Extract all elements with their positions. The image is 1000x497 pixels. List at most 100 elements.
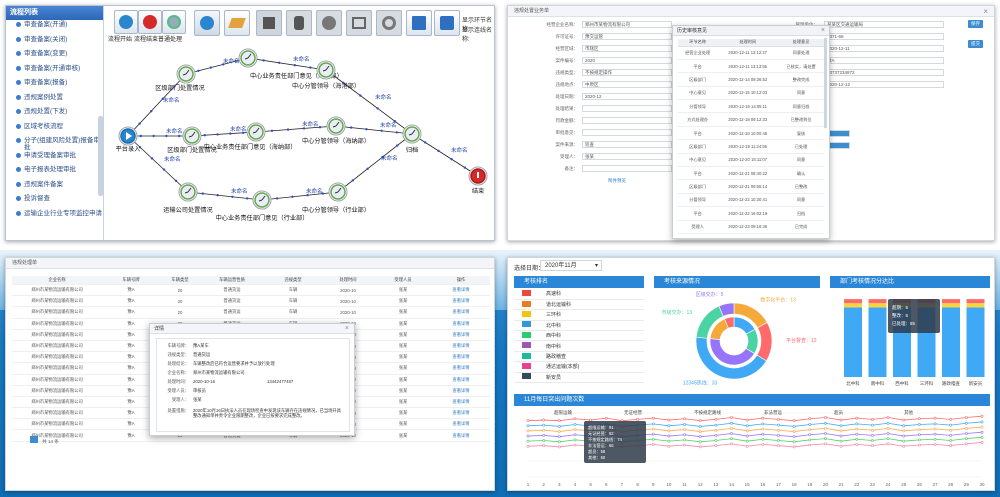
flow-node-archive[interactable]: 归档	[402, 124, 422, 154]
view-detail-link[interactable]: 查看详情	[432, 365, 490, 371]
field-input[interactable]: 张某	[582, 153, 672, 160]
save-button[interactable]: 保存	[968, 20, 983, 28]
sidebar-item[interactable]: 投诉督查	[6, 194, 103, 209]
field-input[interactable]: 豫A	[824, 57, 944, 64]
field-input[interactable]: 不按规定操作	[582, 69, 672, 76]
submit-button[interactable]: 提交	[968, 40, 983, 48]
sidebar-item[interactable]: 审查备案(开通)	[6, 20, 103, 35]
date-select[interactable]: 2020年11月 ▾	[540, 260, 602, 271]
link-handle[interactable]	[222, 63, 225, 66]
link-handle[interactable]	[365, 128, 368, 131]
flow-link[interactable]	[247, 57, 327, 72]
link-handle[interactable]	[321, 192, 324, 195]
link-handle[interactable]	[203, 134, 206, 137]
save-tool-button[interactable]	[406, 10, 432, 36]
view-detail-link[interactable]: 查看详情	[432, 321, 490, 327]
view-detail-link[interactable]: 查看详情	[432, 388, 490, 394]
link-handle[interactable]	[276, 197, 279, 200]
flow-node-end[interactable]: 结束	[468, 166, 488, 195]
link-handle[interactable]	[302, 127, 306, 130]
sidebar-item[interactable]: 审查备案(关闭)	[6, 35, 103, 50]
link-handle[interactable]	[306, 194, 309, 197]
field-input[interactable]: 2020	[582, 57, 672, 64]
flow-link[interactable]	[411, 133, 479, 177]
sidebar-item[interactable]: 违规案例处置	[6, 93, 103, 108]
sidebar-item[interactable]: 违规处置(下发)	[6, 107, 103, 122]
sidebar-item[interactable]: 电子报表处理审批	[6, 165, 103, 180]
field-input[interactable]	[582, 129, 672, 136]
link-handle[interactable]	[286, 128, 290, 131]
view-detail-link[interactable]: 查看详情	[432, 309, 490, 315]
view-detail-link[interactable]: 查看详情	[432, 399, 490, 405]
field-input[interactable]: 郑州市某物流有限公司	[582, 21, 672, 28]
sidebar-item[interactable]: 区域考核流程	[6, 122, 103, 137]
view-detail-link[interactable]: 查看详情	[432, 410, 490, 416]
link-handle[interactable]	[424, 141, 427, 144]
link-handle[interactable]	[231, 195, 234, 198]
link-handle[interactable]	[270, 129, 274, 132]
flow-node-mgr3[interactable]: 中心分管领导（行业部）	[302, 182, 370, 214]
link-handle[interactable]	[450, 158, 453, 161]
link-handle[interactable]	[197, 69, 200, 72]
link-handle[interactable]	[229, 132, 232, 135]
page-button[interactable]	[30, 436, 38, 443]
link-handle[interactable]	[246, 197, 249, 200]
view-detail-link[interactable]: 查看详情	[432, 332, 490, 338]
link-handle[interactable]	[380, 129, 383, 132]
link-handle[interactable]	[437, 149, 440, 152]
flow-node-start[interactable]: 平台录入	[116, 126, 141, 153]
link-handle[interactable]	[351, 179, 354, 182]
view-detail-link[interactable]: 查看详情	[432, 433, 490, 439]
export-tool-button[interactable]	[434, 10, 460, 36]
link-handle[interactable]	[309, 66, 312, 69]
link-handle[interactable]	[201, 192, 204, 195]
view-detail-link[interactable]: 查看详情	[432, 354, 490, 360]
field-input[interactable]: 2020-12-11	[824, 45, 944, 52]
view-detail-link[interactable]: 查看详情	[432, 298, 490, 304]
link-handle[interactable]	[234, 60, 237, 63]
close-icon[interactable]: ×	[821, 27, 825, 34]
settings-tool-button[interactable]	[376, 10, 402, 36]
link-handle[interactable]	[359, 94, 362, 97]
sidebar-item[interactable]: 审查备案(变更)	[6, 49, 103, 64]
sidebar-item[interactable]: 审查备案(开通审核)	[6, 64, 103, 79]
flow-node-region1[interactable]: 区级部门处置情况	[155, 64, 205, 92]
link-handle[interactable]	[165, 134, 168, 138]
link-handle[interactable]	[138, 122, 141, 125]
field-input[interactable]: 0371-68	[824, 33, 944, 40]
link-handle[interactable]	[150, 157, 154, 160]
link-handle[interactable]	[262, 59, 265, 62]
sidebar-item[interactable]: 运输企业行业专项监控申请	[6, 209, 103, 224]
delete-tool-button[interactable]	[256, 10, 282, 36]
pointer-tool-button[interactable]	[194, 10, 220, 36]
link-handle[interactable]	[139, 134, 142, 138]
field-input[interactable]	[582, 117, 672, 124]
flow-link[interactable]	[127, 135, 189, 193]
view-detail-link[interactable]: 查看详情	[432, 343, 490, 349]
field-input[interactable]: 市辖区	[582, 45, 672, 52]
link-handle[interactable]	[209, 66, 212, 69]
start-node-button[interactable]	[114, 10, 138, 34]
sidebar-item[interactable]: 申请受理备案审批	[6, 151, 103, 166]
field-input[interactable]	[582, 165, 672, 172]
field-input[interactable]: 2020-12-12	[824, 81, 944, 88]
view-detail-link[interactable]: 查看详情	[432, 287, 490, 293]
link-handle[interactable]	[381, 156, 384, 159]
sidebar-item[interactable]: 审查备案(报备)	[6, 78, 103, 93]
link-handle[interactable]	[216, 133, 219, 136]
link-handle[interactable]	[162, 168, 166, 171]
flow-link[interactable]	[127, 73, 187, 137]
end-node-button[interactable]	[138, 10, 162, 34]
field-input[interactable]: 某某区交通运输局	[824, 21, 944, 28]
link-handle[interactable]	[242, 131, 245, 134]
flow-link[interactable]	[187, 191, 263, 202]
view-detail-link[interactable]: 查看详情	[432, 377, 490, 383]
sidebar-item[interactable]: 违规案件备案	[6, 180, 103, 195]
link-handle[interactable]	[396, 144, 399, 147]
sidebar-item[interactable]: 分子(组建风险处置)报备审批	[6, 136, 103, 151]
flow-link[interactable]	[261, 190, 339, 201]
field-input[interactable]: 豫交运管	[582, 33, 672, 40]
link-handle[interactable]	[278, 61, 281, 64]
ban-tool-button[interactable]	[316, 10, 342, 36]
link-handle[interactable]	[318, 126, 322, 129]
